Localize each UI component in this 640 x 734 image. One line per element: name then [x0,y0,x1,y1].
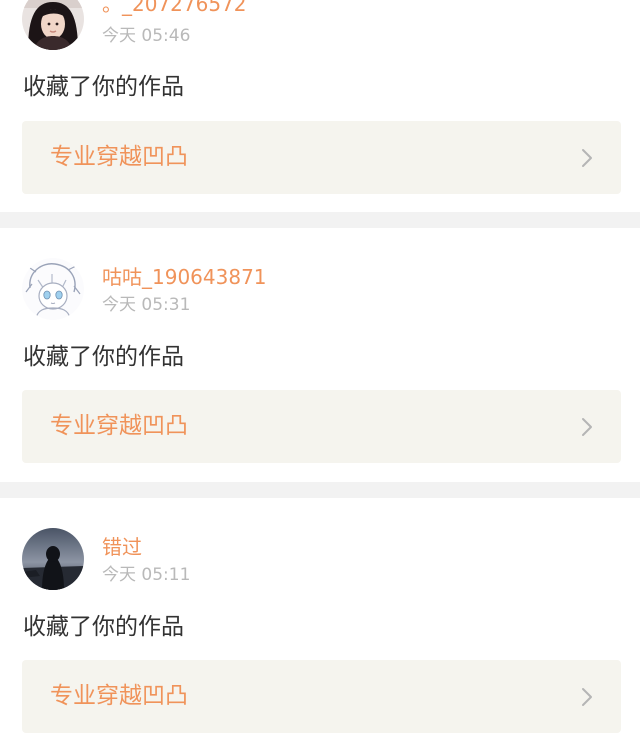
notification-card: 。_207276572 今天 05:46 收藏了你的作品 专业穿越凹凸 [0,0,640,212]
timestamp: 今天 05:31 [102,295,191,315]
work-link-card[interactable]: 专业穿越凹凸 [22,390,621,463]
notification-card: 错过 今天 05:11 收藏了你的作品 专业穿越凹凸 [0,498,640,734]
chevron-right-icon [582,418,592,436]
timestamp: 今天 05:46 [102,26,191,46]
user-avatar[interactable] [22,528,84,590]
notification-feed: 。_207276572 今天 05:46 收藏了你的作品 专业穿越凹凸 咕咕_1… [0,0,640,734]
action-text: 收藏了你的作品 [23,614,184,640]
section-divider [0,212,640,228]
avatar-girl-photo-icon [22,0,84,50]
action-text: 收藏了你的作品 [23,344,184,370]
work-link-card[interactable]: 专业穿越凹凸 [22,660,621,733]
work-title: 专业穿越凹凸 [50,144,188,170]
work-link-card[interactable]: 专业穿越凹凸 [22,121,621,194]
avatar-anime-sketch-icon [22,258,84,320]
chevron-right-icon [582,149,592,167]
avatar-silhouette-photo-icon [22,528,84,590]
user-avatar[interactable] [22,0,84,50]
section-divider [0,482,640,498]
user-avatar[interactable] [22,258,84,320]
chevron-right-icon [582,688,592,706]
username[interactable]: 错过 [102,535,142,559]
action-text: 收藏了你的作品 [23,74,184,100]
timestamp: 今天 05:11 [102,565,191,585]
work-title: 专业穿越凹凸 [50,413,188,439]
work-title: 专业穿越凹凸 [50,683,188,709]
username[interactable]: 咕咕_190643871 [102,265,267,289]
username[interactable]: 。_207276572 [102,0,247,16]
notification-card: 咕咕_190643871 今天 05:31 收藏了你的作品 专业穿越凹凸 [0,228,640,482]
